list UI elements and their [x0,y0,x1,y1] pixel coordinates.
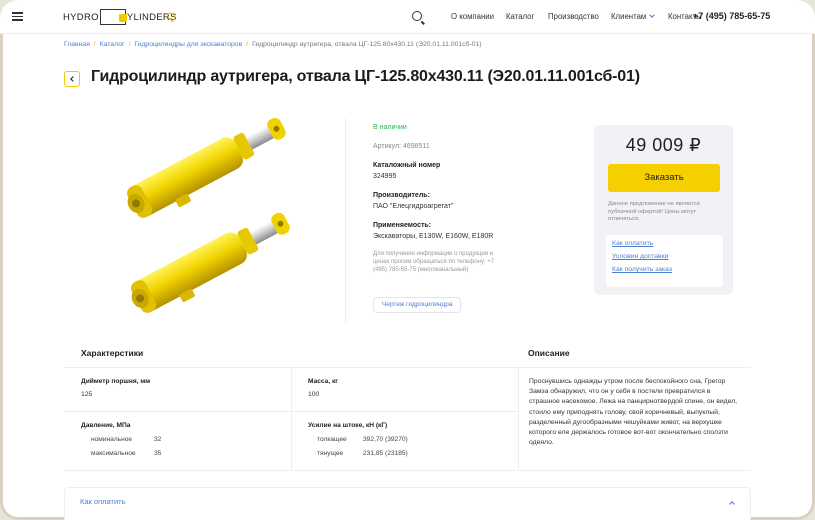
manufacturer-value: ПАО "Елецгидроагрегат" [373,203,454,210]
nav-catalog[interactable]: Каталог [506,12,534,21]
catalog-number-value: 324995 [373,173,397,180]
contact-note: Для получения информации о продукции и ц… [373,251,495,273]
pressure-max-label: максимальное [91,450,136,457]
breadcrumb-catalog[interactable]: Каталог [100,41,125,48]
logo-text-left: HYDRO [63,11,99,23]
menu-icon[interactable] [12,12,23,21]
cylinder-top [127,118,286,218]
divider [291,367,292,470]
nav-about[interactable]: О компании [451,12,494,21]
nav-clients-label: Клиентам [611,12,647,21]
breadcrumb-home[interactable]: Главная [64,41,90,48]
chevron-down-icon [649,12,656,18]
description-heading: Описание [528,348,570,358]
price-disclaimer: Данное предложение не является публичной… [608,201,700,222]
info-links: Как оплатить Условия доставки Как получи… [606,235,723,287]
link-pickup[interactable]: Как получить заказ [612,266,717,273]
piston-diameter-label: Дийметр поршня, мм [81,378,151,385]
sku: Артикул: 4698511 [373,143,430,150]
stock-status: В наличии [373,124,407,131]
pressure-max-value: 35 [154,450,162,457]
drawing-button[interactable]: Чертеж гидроцилиндра [373,297,462,313]
divider [345,118,346,323]
page: HYDRO YLINDERS О компании Каталог Произв… [0,0,815,520]
divider [64,470,751,471]
piston-diameter-value: 125 [81,391,93,398]
specs-heading: Характерстики [81,348,144,358]
accordion-title: Как оплатить [80,497,126,506]
order-button[interactable]: Заказать [608,164,720,192]
cylinder-bottom [131,212,290,313]
chevron-up-icon[interactable] [729,501,735,507]
logo-mark-icon [99,9,127,25]
breadcrumb: Главная / Каталог / Гидроцилиндры для экскав… [64,41,482,48]
force-push-label: толкащее [317,436,347,443]
price: 49 009 ₽ [625,135,702,155]
force-pull-value: 231,85 (23185) [363,450,408,457]
mass-value: 100 [308,391,320,398]
rod-force-label: Усилие на штоке, кН (кГ) [308,422,388,429]
link-how-to-pay[interactable]: Как оплатить [612,240,717,247]
pressure-nominal-value: 32 [154,436,162,443]
price-box: 49 009 ₽ Заказать Данное предложение не … [594,125,733,295]
catalog-number-label: Каталожный номер [373,162,441,169]
description-text: Проснувшись однажды утром после беспокой… [529,378,738,447]
applicability-label: Применяемость: [373,222,432,229]
applicability-value: Экскаваторы, Е130W, Е160W, Е180R [373,233,494,240]
force-pull-label: тянущее [317,450,344,457]
nav-clients[interactable]: Клиентам [611,12,656,21]
site-header: HYDRO YLINDERS О компании Каталог Произв… [0,0,815,34]
manufacturer-label: Производитель: [373,192,430,199]
logo[interactable]: HYDRO YLINDERS [63,8,177,26]
phone-number[interactable]: +7 (495) 785-65-75 [693,11,770,21]
back-button[interactable] [64,71,80,87]
pressure-nominal-label: номинальное [91,436,133,443]
product-info: В наличии Артикул: 4698511 Каталожный но… [373,124,583,274]
breadcrumb-category[interactable]: Гидроцилиндры для экскаваторов [134,41,242,48]
breadcrumb-current: Гидроцилиндр аутригера, отвала ЦГ-125.80… [252,41,482,48]
mass-label: Масса, кг [308,378,339,385]
product-image[interactable] [94,118,324,323]
divider [518,367,519,470]
force-push-value: 392,70 (39270) [363,436,408,443]
pressure-label: Давление, МПа [81,422,131,429]
page-title: Гидроцилиндр аутригера, отвала ЦГ-125.80… [91,68,640,85]
divider [64,367,751,368]
nav-production[interactable]: Производство [548,12,599,21]
accordion-how-to-pay[interactable]: Как оплатить [64,487,751,520]
link-delivery[interactable]: Условия доставки [612,253,717,260]
search-icon[interactable] [412,11,422,21]
